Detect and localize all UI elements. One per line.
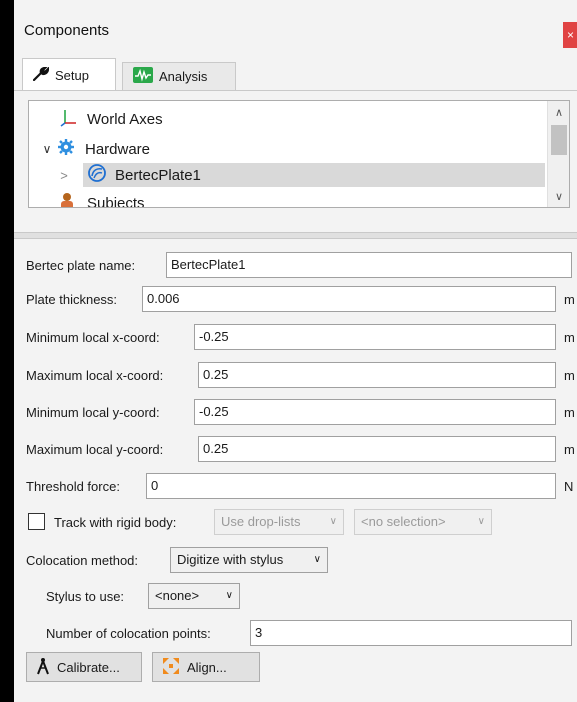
colocation-label: Colocation method: (26, 553, 139, 568)
chevron-down-icon: ∨ (329, 516, 337, 527)
close-button[interactable]: × (563, 22, 577, 48)
threshold-label: Threshold force: (26, 479, 120, 494)
chevron-down-icon: ∨ (225, 590, 233, 601)
plate-name-input[interactable]: BertecPlate1 (166, 252, 572, 278)
scroll-thumb[interactable] (551, 125, 567, 155)
compass-icon (35, 657, 51, 678)
track-rigid-checkbox[interactable] (28, 513, 45, 530)
num-points-label: Number of colocation points: (46, 626, 211, 641)
component-tree[interactable]: World Axes ∨ Hardware > BertecPlate1 Sub… (28, 100, 570, 208)
expand-chevron-icon[interactable]: ∨ (37, 142, 57, 156)
unit-label: m (564, 330, 575, 345)
tree-item-world-axes[interactable]: World Axes (59, 107, 163, 131)
gear-icon (57, 138, 79, 160)
min-x-label: Minimum local x-coord: (26, 330, 160, 345)
plate-thickness-label: Plate thickness: (26, 292, 118, 307)
min-y-label: Minimum local y-coord: (26, 405, 160, 420)
tree-item-label: Hardware (85, 140, 151, 158)
align-button[interactable]: Align... (152, 652, 260, 682)
scroll-up-icon[interactable]: ∧ (548, 103, 569, 123)
tab-analysis[interactable]: Analysis (122, 62, 236, 90)
tab-divider (14, 90, 577, 91)
tree-item-label: Subjects (87, 194, 145, 208)
track-rigid-label: Track with rigid body: (54, 515, 177, 530)
tree-item-subjects[interactable]: Subjects (59, 191, 145, 208)
tab-setup[interactable]: Setup (22, 58, 116, 91)
max-y-input[interactable]: 0.25 (198, 436, 556, 462)
max-x-label: Maximum local x-coord: (26, 368, 164, 383)
align-label: Align... (187, 659, 227, 675)
chevron-down-icon: ∨ (313, 554, 321, 565)
stylus-select[interactable]: <none> ∨ (148, 583, 240, 609)
components-panel: Components × Setup Analysis World Axes ∨ (14, 0, 577, 702)
tree-item-label: BertecPlate1 (115, 166, 201, 184)
unit-label: m (564, 442, 575, 457)
max-x-input[interactable]: 0.25 (198, 362, 556, 388)
unit-label: N (564, 479, 574, 494)
max-y-label: Maximum local y-coord: (26, 442, 164, 457)
unit-label: m (564, 368, 575, 383)
tree-scrollbar[interactable]: ∧ ∨ (547, 101, 569, 207)
min-y-input[interactable]: -0.25 (194, 399, 556, 425)
rigid-body-droplist[interactable]: Use drop-lists ∨ (214, 509, 344, 535)
tab-bar: Setup Analysis (14, 58, 577, 91)
stylus-label: Stylus to use: (46, 589, 125, 604)
num-points-input[interactable]: 3 (250, 620, 572, 646)
window-left-border (0, 0, 14, 702)
unit-label: m (564, 405, 575, 420)
combo-value: Digitize with stylus (177, 552, 284, 567)
panel-title: Components (24, 22, 110, 39)
threshold-input[interactable]: 0 (146, 473, 556, 499)
rigid-body-selection[interactable]: <no selection> ∨ (354, 509, 492, 535)
combo-value: <no selection> (361, 514, 446, 529)
align-icon (161, 656, 181, 679)
plate-name-label: Bertec plate name: (26, 258, 136, 273)
person-icon (59, 192, 81, 207)
tree-item-hardware[interactable]: ∨ Hardware (37, 137, 150, 161)
unit-label: m (564, 292, 575, 307)
wrench-icon (32, 65, 50, 84)
tab-analysis-label: Analysis (159, 69, 208, 84)
chevron-down-icon: ∨ (477, 516, 485, 527)
tab-setup-label: Setup (55, 67, 89, 83)
calibrate-button[interactable]: Calibrate... (26, 652, 142, 682)
waveform-icon (133, 67, 153, 86)
combo-value: <none> (155, 588, 200, 603)
plate-thickness-input[interactable]: 0.006 (142, 286, 556, 312)
collapse-chevron-icon[interactable]: > (57, 168, 71, 183)
min-x-input[interactable]: -0.25 (194, 324, 556, 350)
scroll-down-icon[interactable]: ∨ (548, 187, 569, 207)
axes-icon (59, 107, 81, 131)
colocation-method-select[interactable]: Digitize with stylus ∨ (170, 547, 328, 573)
combo-value: Use drop-lists (221, 514, 301, 529)
panel-titlebar: Components × (14, 0, 577, 58)
forceplate-icon (87, 163, 111, 187)
tree-item-label: World Axes (87, 110, 163, 128)
tree-item-bertecplate1[interactable]: > BertecPlate1 (60, 163, 545, 187)
pane-splitter[interactable] (14, 232, 577, 239)
calibrate-label: Calibrate... (57, 659, 120, 675)
